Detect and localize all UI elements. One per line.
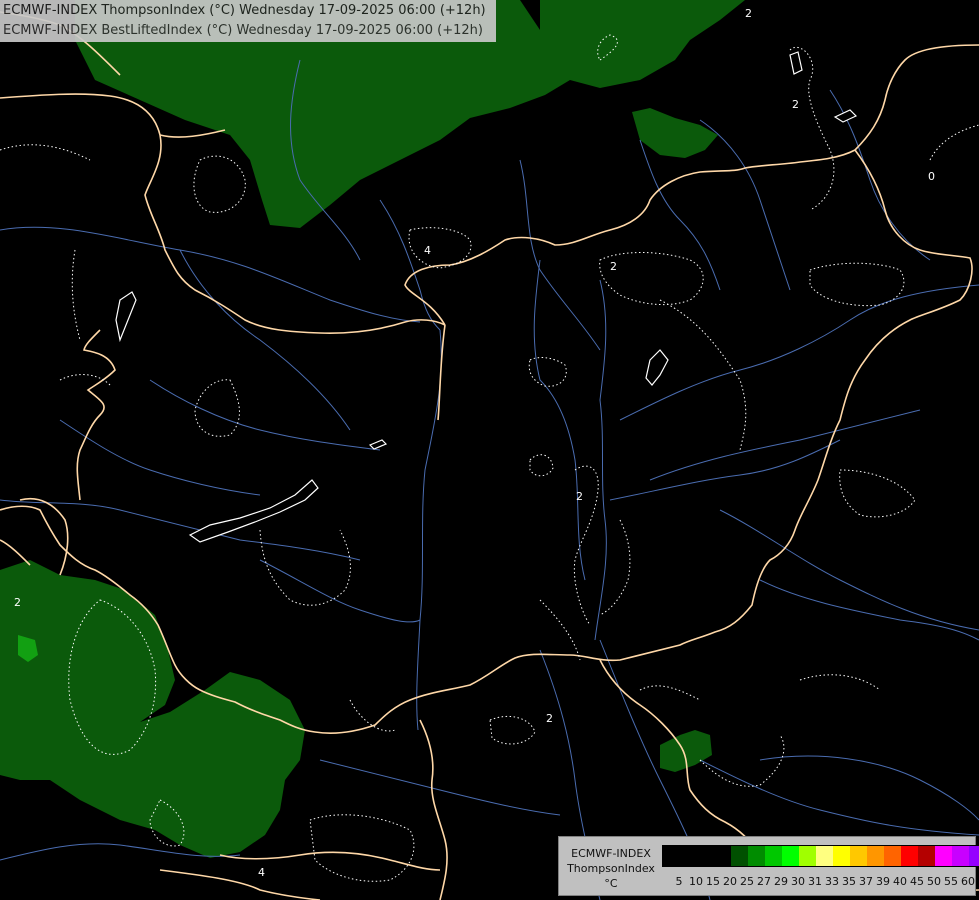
contour-label: 4 — [424, 244, 431, 257]
contour-label: 2 — [745, 7, 752, 20]
map-title-bestlifted: ECMWF-INDEX BestLiftedIndex (°C) Wednesd… — [3, 23, 483, 38]
legend-tick: 35 — [842, 875, 856, 888]
thompson-fill-layer — [0, 0, 745, 858]
legend-tick: 40 — [893, 875, 907, 888]
legend-swatch — [969, 846, 979, 866]
legend-swatch — [714, 846, 731, 866]
lake-small-2 — [833, 109, 858, 123]
legend-tick: 15 — [706, 875, 720, 888]
contour-label: 2 — [14, 596, 21, 609]
legend-color-scale — [662, 845, 979, 867]
legend-swatch — [782, 846, 799, 866]
contour-label: 0 — [928, 170, 935, 183]
legend-tick: 50 — [927, 875, 941, 888]
lake-balaton — [188, 479, 319, 543]
legend-swatch — [799, 846, 816, 866]
legend-tick: 10 — [689, 875, 703, 888]
contour-label: 2 — [792, 98, 799, 111]
legend-swatch — [901, 846, 918, 866]
legend-swatch — [680, 846, 697, 866]
legend-swatch — [935, 846, 952, 866]
legend-swatch — [731, 846, 748, 866]
weather-map-viewer: 2 2 2 4 2 2 2 0 4 ECMWF-INDEX ThompsonIn… — [0, 0, 979, 900]
lake-small-3 — [789, 51, 803, 75]
legend-parameter: ThompsonIndex — [567, 862, 655, 875]
legend-model: ECMWF-INDEX — [571, 847, 651, 860]
legend-swatch — [918, 846, 935, 866]
legend-tick: 55 — [944, 875, 958, 888]
legend-tick: 29 — [774, 875, 788, 888]
map-canvas: 2 2 2 4 2 2 2 0 4 — [0, 0, 979, 900]
legend-unit: °C — [604, 877, 618, 890]
legend-tick: 31 — [808, 875, 822, 888]
contour-label: 2 — [610, 260, 617, 273]
legend-tick: 60 — [961, 875, 975, 888]
contour-label: 2 — [576, 490, 583, 503]
legend-tick: 30 — [791, 875, 805, 888]
legend-swatch — [867, 846, 884, 866]
lake-small-1 — [368, 439, 388, 450]
map-title-thompson: ECMWF-INDEX ThompsonIndex (°C) Wednesday… — [3, 3, 486, 18]
contour-label: 2 — [546, 712, 553, 725]
legend-swatch — [748, 846, 765, 866]
contour-label: 4 — [258, 866, 265, 879]
legend-tick: 27 — [757, 875, 771, 888]
legend-tick: 45 — [910, 875, 924, 888]
legend-tick: 37 — [859, 875, 873, 888]
map-title-box: ECMWF-INDEX ThompsonIndex (°C) Wednesday… — [0, 0, 496, 42]
legend-swatch — [850, 846, 867, 866]
lake-small-5 — [645, 349, 669, 386]
fill-region-northeast — [632, 108, 718, 158]
lake-small-4 — [115, 291, 137, 343]
legend-swatch — [663, 846, 680, 866]
legend-tick: 20 — [723, 875, 737, 888]
legend-tick: 5 — [675, 875, 683, 888]
legend-swatch — [884, 846, 901, 866]
legend-tick: 39 — [876, 875, 890, 888]
color-legend: ECMWF-INDEX ThompsonIndex °C 5 10 15 20 25 27… — [558, 836, 979, 896]
legend-tick: 33 — [825, 875, 839, 888]
legend-swatch — [697, 846, 714, 866]
legend-tick: 25 — [740, 875, 754, 888]
legend-swatch — [952, 846, 969, 866]
legend-swatch — [816, 846, 833, 866]
legend-swatch — [765, 846, 782, 866]
legend-swatch — [833, 846, 850, 866]
